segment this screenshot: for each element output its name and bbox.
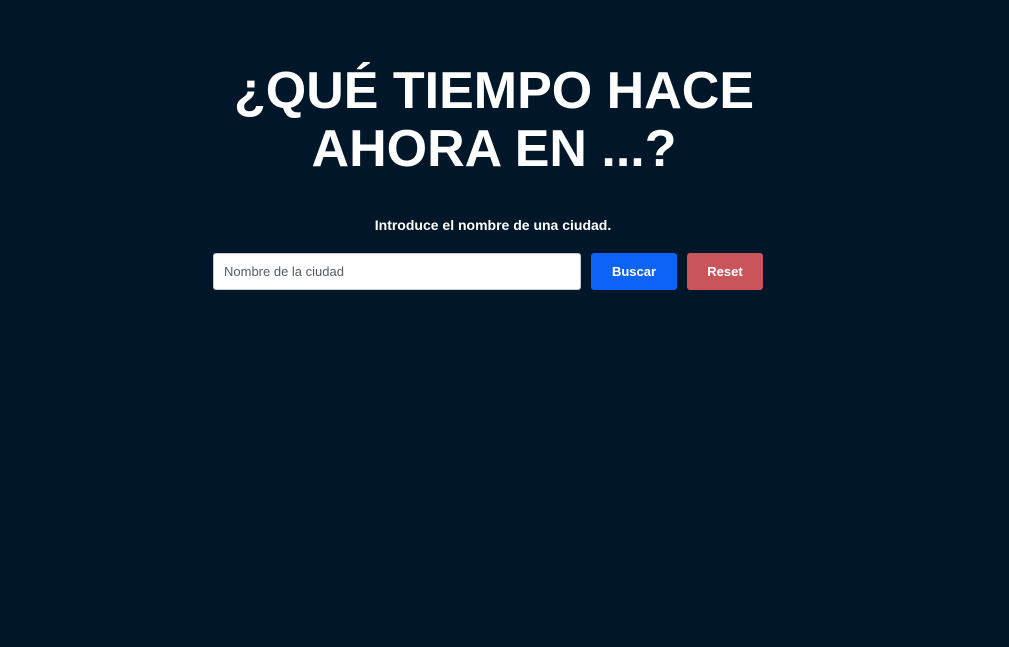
page-title-line-2: AHORA EN ...? <box>311 120 677 178</box>
search-instruction: Introduce el nombre de una ciudad. <box>374 217 612 233</box>
reset-button[interactable]: Reset <box>687 253 763 290</box>
page-title: ¿QUÉ TIEMPO HACE AHORA EN ...? <box>194 62 794 178</box>
weather-page: ¿QUÉ TIEMPO HACE AHORA EN ...? Introduce… <box>0 0 1009 647</box>
page-title-line-1: ¿QUÉ TIEMPO HACE <box>233 62 755 120</box>
city-search-input[interactable] <box>213 253 581 290</box>
search-button[interactable]: Buscar <box>591 253 677 290</box>
